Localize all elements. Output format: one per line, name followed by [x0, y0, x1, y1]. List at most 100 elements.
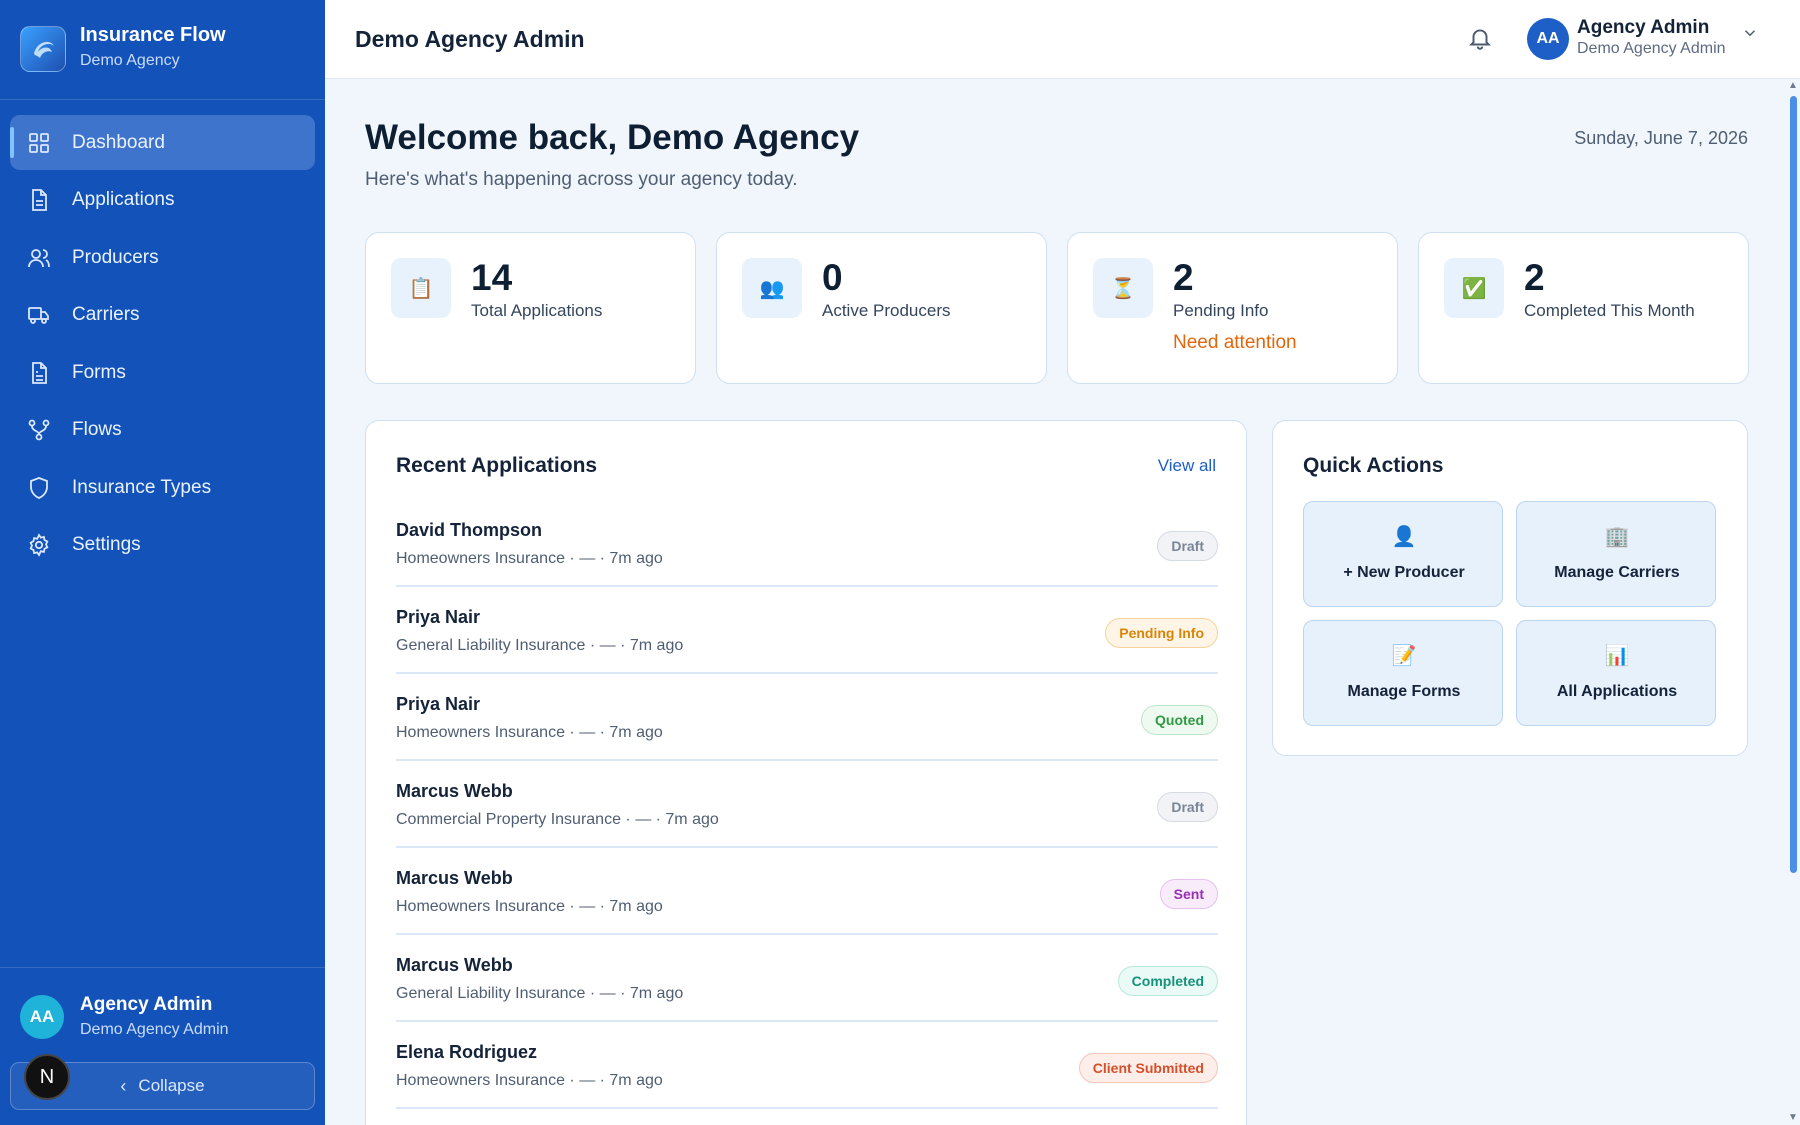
sidebar-item-forms[interactable]: Forms	[10, 345, 315, 400]
avatar[interactable]: AA	[20, 995, 64, 1039]
applicant-name: Marcus Webb	[396, 955, 513, 975]
applicant-name: Priya Nair	[396, 694, 481, 714]
status-badge: Sent	[1159, 879, 1218, 909]
brand-logo[interactable]	[20, 26, 66, 72]
collapse-label: Collapse	[138, 1076, 205, 1095]
applicant-name: Elena Rodriguez	[396, 1042, 538, 1062]
gear-icon	[26, 532, 52, 558]
stat-card-total-applications[interactable]: 📋 14 Total Applications	[365, 232, 696, 384]
applicant-name: Marcus Webb	[396, 868, 513, 888]
applicant-name: Priya Nair	[396, 607, 481, 627]
bell-icon[interactable]	[1467, 25, 1493, 56]
document-icon	[26, 187, 52, 213]
list-item[interactable]: Marcus Webb Homeowners Insurance · — · 7…	[396, 848, 1218, 935]
list-item[interactable]: David Thompson Homeowners Insurance · — …	[396, 500, 1218, 587]
sidebar-footer: AA Agency Admin Demo Agency Admin ‹ Coll…	[0, 967, 325, 1125]
application-meta: General Liability Insurance · — · 7m ago	[396, 637, 684, 654]
quick-action-label: + New Producer	[1343, 564, 1465, 581]
sidebar-item-applications[interactable]: Applications	[10, 173, 315, 228]
chevron-left-icon: ‹	[120, 1075, 127, 1096]
quick-action-label: Manage Carriers	[1554, 564, 1680, 581]
shield-icon	[26, 475, 52, 501]
stat-label: Pending Info	[1173, 301, 1269, 320]
users-icon	[26, 245, 52, 271]
sidebar-item-label: Producers	[72, 246, 159, 268]
manage-forms-button[interactable]: 📝 Manage Forms	[1303, 620, 1503, 726]
sidebar: Insurance Flow Demo Agency Dashboard App…	[0, 0, 325, 1125]
list-item[interactable]: Marcus Webb General Liability Insurance …	[396, 935, 1218, 1022]
sidebar-item-settings[interactable]: Settings	[10, 518, 315, 573]
sidebar-item-label: Flows	[72, 419, 122, 440]
list-item[interactable]: Marcus Webb Commercial Property Insuranc…	[396, 761, 1218, 848]
view-all-link[interactable]: View all	[1158, 456, 1216, 476]
sidebar-item-label: Forms	[72, 361, 126, 383]
truck-icon	[26, 302, 52, 328]
sidebar-nav: Dashboard Applications Producers Carrier…	[10, 115, 315, 575]
status-badge: Completed	[1117, 966, 1218, 996]
sidebar-item-carriers[interactable]: Carriers	[10, 288, 315, 343]
stat-card-active-producers[interactable]: 👥 0 Active Producers	[716, 232, 1047, 384]
stat-card-completed-this-month[interactable]: ✅ 2 Completed This Month	[1418, 232, 1749, 384]
list-item[interactable]: Priya Nair General Liability Insurance ·…	[396, 587, 1218, 674]
form-icon	[26, 360, 52, 386]
topbar: Demo Agency Admin AA Agency Admin Demo A…	[325, 0, 1800, 79]
sidebar-item-label: Carriers	[72, 304, 140, 325]
application-meta: Homeowners Insurance · — · 7m ago	[396, 898, 663, 915]
brand-title: Insurance Flow	[80, 24, 226, 46]
clipboard-icon: 📋	[391, 258, 451, 318]
panel-title: Quick Actions	[1303, 454, 1444, 477]
quick-actions-panel: Quick Actions 👤 + New Producer 🏢 Manage …	[1272, 420, 1748, 756]
all-applications-button[interactable]: 📊 All Applications	[1516, 620, 1716, 726]
stat-value: 0	[822, 257, 843, 298]
application-meta: General Liability Insurance · — · 7m ago	[396, 985, 684, 1002]
sidebar-user-role: Demo Agency Admin	[80, 1021, 229, 1038]
person-icon: 👤	[1391, 526, 1417, 548]
sidebar-user-name: Agency Admin	[80, 994, 213, 1015]
flow-icon	[26, 417, 52, 443]
brand: Insurance Flow Demo Agency	[0, 0, 325, 100]
chevron-down-icon[interactable]	[1741, 24, 1759, 47]
panel-title: Recent Applications	[396, 454, 598, 477]
welcome-heading: Welcome back, Demo Agency	[365, 118, 860, 157]
list-item[interactable]: Elena Rodriguez Homeowners Insurance · —…	[396, 1022, 1218, 1109]
checkmark-icon: ✅	[1444, 258, 1504, 318]
status-badge: Quoted	[1141, 705, 1218, 735]
stat-value: 14	[471, 257, 513, 298]
application-meta: Commercial Property Insurance · — · 7m a…	[396, 811, 719, 828]
stat-label: Total Applications	[471, 301, 603, 320]
application-meta: Homeowners Insurance · — · 7m ago	[396, 724, 663, 741]
applicant-name: Marcus Webb	[396, 781, 513, 801]
avatar[interactable]: AA	[1527, 18, 1569, 60]
brand-subtitle: Demo Agency	[80, 52, 180, 69]
quick-action-label: Manage Forms	[1347, 683, 1461, 700]
stat-label: Completed This Month	[1524, 301, 1695, 320]
list-item[interactable]: Priya Nair Homeowners Insurance · — · 7m…	[396, 674, 1218, 761]
dev-tools-badge[interactable]: N	[24, 1054, 70, 1100]
stat-label: Active Producers	[822, 301, 951, 320]
sidebar-item-producers[interactable]: Producers	[10, 230, 315, 285]
sidebar-item-dashboard[interactable]: Dashboard	[10, 115, 315, 170]
topbar-user-name[interactable]: Agency Admin	[1577, 17, 1709, 39]
topbar-user-role: Demo Agency Admin	[1577, 40, 1726, 57]
sidebar-item-label: Settings	[72, 534, 141, 555]
stat-card-pending-info[interactable]: ⏳ 2 Pending Info Need attention	[1067, 232, 1398, 384]
scroll-down-arrow-icon[interactable]: ▼	[1788, 1112, 1798, 1123]
sidebar-item-label: Applications	[72, 189, 175, 210]
grid-icon	[26, 130, 52, 156]
scroll-up-arrow-icon[interactable]: ▲	[1788, 80, 1798, 91]
sidebar-item-flows[interactable]: Flows	[10, 403, 315, 458]
status-badge: Draft	[1157, 531, 1218, 561]
current-date: Sunday, June 7, 2026	[1574, 128, 1748, 148]
people-icon: 👥	[742, 258, 802, 318]
stat-value: 2	[1173, 257, 1194, 298]
applications-list: David Thompson Homeowners Insurance · — …	[396, 500, 1218, 1109]
stat-value: 2	[1524, 257, 1545, 298]
building-icon: 🏢	[1604, 526, 1630, 548]
scrollbar-thumb[interactable]	[1790, 96, 1797, 873]
new-producer-button[interactable]: 👤 + New Producer	[1303, 501, 1503, 607]
sidebar-item-insurance-types[interactable]: Insurance Types	[10, 460, 315, 515]
manage-carriers-button[interactable]: 🏢 Manage Carriers	[1516, 501, 1716, 607]
recent-applications-panel: Recent Applications View all David Thomp…	[365, 420, 1247, 1125]
sidebar-item-label: Dashboard	[72, 131, 165, 153]
status-badge: Client Submitted	[1078, 1053, 1218, 1083]
